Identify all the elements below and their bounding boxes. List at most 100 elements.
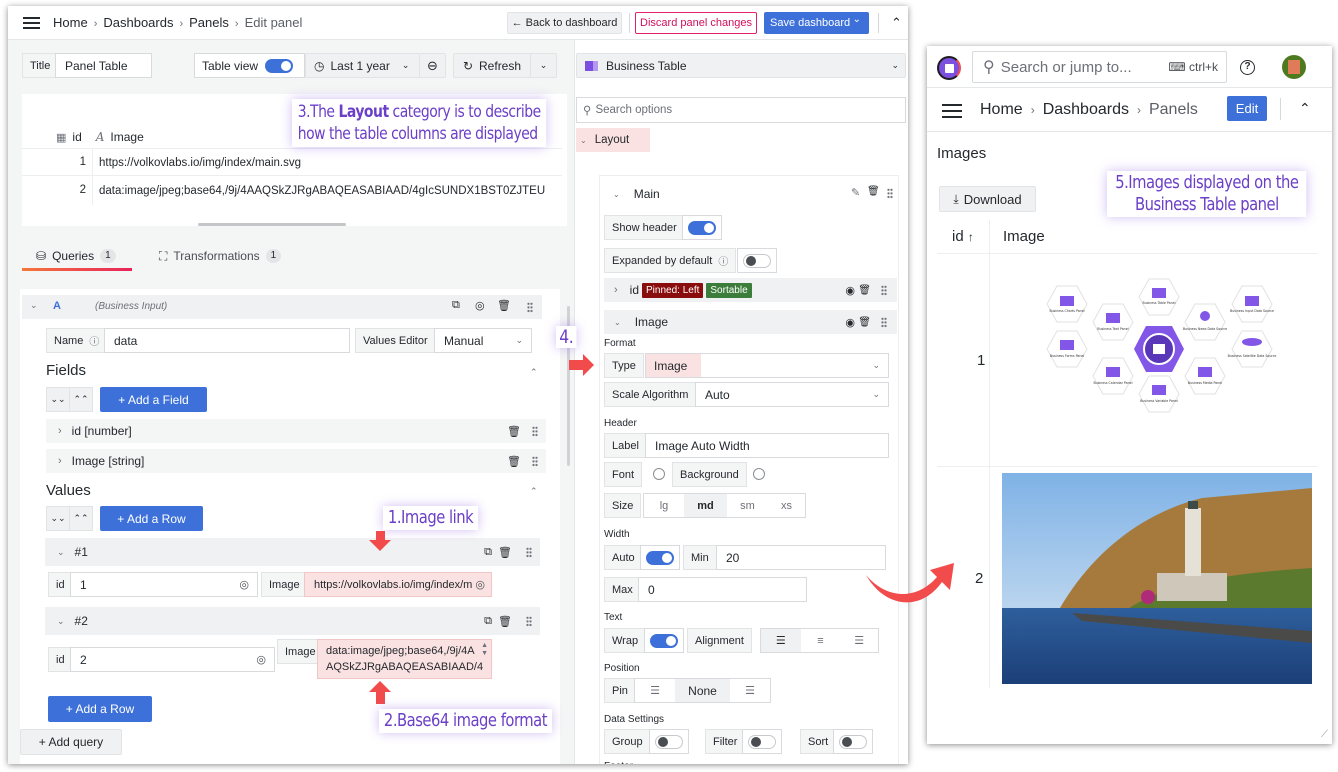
collapse-all-icon[interactable]: ⌃⌃	[69, 387, 93, 412]
discard-panel-changes-button[interactable]: Discard panel changes	[635, 12, 757, 34]
search-input[interactable]: ⚲ Search or jump to... ⌨ ctrl+k	[972, 51, 1227, 83]
horizontal-scrollbar[interactable]	[198, 223, 346, 226]
zoom-out-icon[interactable]: ⊖	[419, 53, 446, 78]
size-option-md[interactable]: md	[684, 494, 727, 517]
expanded-by-default-toggle[interactable]	[743, 254, 771, 268]
field-item[interactable]: › Image [string] 🗑	[46, 449, 546, 473]
value-row-header[interactable]: ⌄ #1 ⧉ 🗑	[45, 538, 540, 566]
expand-all-icon[interactable]: ⌄⌄	[46, 387, 70, 412]
scale-algorithm-select[interactable]: Auto ⌄	[695, 382, 889, 407]
id-input[interactable]: 1 ◎	[70, 572, 258, 597]
layout-category[interactable]: ⌄ Layout	[576, 128, 650, 152]
drag-handle-icon[interactable]	[526, 616, 532, 627]
eye-icon[interactable]: ◉	[845, 316, 855, 329]
type-select[interactable]: Image ⌄	[645, 353, 889, 378]
column-header-image[interactable]: Image	[1003, 228, 1045, 245]
tab-queries[interactable]: ⛁ Queries 1	[36, 246, 116, 266]
auto-width-toggle[interactable]	[646, 551, 674, 565]
trash-icon[interactable]: 🗑	[498, 546, 512, 559]
column-item-id[interactable]: › id Pinned: Left Sortable ◉ 🗑	[604, 278, 897, 302]
breadcrumb-dashboards[interactable]: Dashboards	[1043, 101, 1129, 118]
size-option-lg[interactable]: lg	[644, 494, 684, 517]
trash-icon[interactable]: 🗑	[858, 285, 871, 296]
add-field-button[interactable]: + Add a Field	[100, 387, 207, 412]
sort-toggle[interactable]	[839, 735, 867, 749]
trash-icon[interactable]: 🗑	[507, 455, 521, 468]
chevron-right-icon[interactable]: ›	[614, 284, 618, 296]
column-header-id[interactable]: id ↑	[952, 228, 974, 245]
breadcrumb-home[interactable]: Home	[980, 101, 1023, 118]
align-center-icon[interactable]: ≡	[801, 629, 841, 652]
query-row-header[interactable]: ⌄ A (Business Input) ⧉ ◎ 🗑	[22, 295, 542, 319]
pin-right-icon[interactable]: ☰	[730, 679, 770, 702]
value-row-header[interactable]: ⌄ #2 ⧉ 🗑	[45, 607, 540, 635]
drag-handle-icon[interactable]	[527, 302, 533, 313]
time-range-picker[interactable]: ◷ Last 1 year ⌄	[305, 53, 420, 78]
breadcrumb-dashboards[interactable]: Dashboards	[103, 15, 173, 30]
size-option-sm[interactable]: sm	[727, 494, 768, 517]
show-header-toggle[interactable]	[688, 221, 716, 235]
drag-handle-icon[interactable]	[881, 317, 887, 328]
chevron-down-icon[interactable]: ⌄	[613, 190, 620, 199]
name-input[interactable]: data	[104, 328, 350, 353]
edit-button[interactable]: Edit	[1227, 96, 1267, 121]
chevron-down-icon[interactable]: ⌄	[57, 616, 65, 627]
eye-icon[interactable]: ◉	[845, 284, 855, 297]
add-row-button-bottom[interactable]: + Add a Row	[48, 696, 152, 722]
collapse-values-icon[interactable]: ⌃	[530, 486, 538, 497]
font-color-picker[interactable]	[653, 468, 665, 480]
menu-icon[interactable]	[942, 104, 962, 118]
add-query-button[interactable]: + Add query	[20, 729, 122, 755]
download-button[interactable]: ⤓ Download	[939, 186, 1036, 212]
chevron-down-icon[interactable]: ⌄	[853, 14, 861, 25]
eye-icon[interactable]: ◎	[475, 299, 485, 312]
collapse-chevron-up-icon[interactable]: ⌃	[1299, 100, 1311, 117]
drag-handle-icon[interactable]	[881, 285, 887, 296]
column-item-image[interactable]: ⌄ Image ◉ 🗑	[604, 310, 897, 334]
table-view-toggle[interactable]	[265, 59, 293, 73]
edit-icon[interactable]: ✎	[851, 186, 860, 199]
min-width-input[interactable]: 20	[716, 545, 886, 570]
trash-icon[interactable]: 🗑	[858, 317, 871, 328]
drag-handle-icon[interactable]	[532, 456, 538, 467]
title-input[interactable]: Panel Table	[55, 53, 152, 78]
query-ref[interactable]: A	[53, 300, 61, 312]
drag-handle-icon[interactable]	[887, 188, 893, 199]
add-row-button[interactable]: + Add a Row	[100, 506, 203, 531]
size-option-xs[interactable]: xs	[768, 494, 805, 517]
refresh-button[interactable]: ↻ Refresh	[453, 53, 531, 78]
breadcrumb-home[interactable]: Home	[53, 15, 88, 30]
trash-icon[interactable]: 🗑	[507, 425, 521, 438]
drag-handle-icon[interactable]	[526, 547, 532, 558]
resize-handle-icon[interactable]: ⟋	[1321, 729, 1328, 740]
menu-icon[interactable]	[23, 17, 40, 29]
trash-icon[interactable]: 🗑	[867, 186, 880, 197]
column-header-image[interactable]: Image	[110, 130, 143, 144]
values-editor-select[interactable]: Manual ⌄	[434, 328, 532, 353]
image-base64-textarea[interactable]: data:image/jpeg;base64,/9j/4A AQSkZJRgAB…	[317, 639, 492, 679]
duplicate-icon[interactable]: ⧉	[484, 546, 492, 559]
wrap-toggle[interactable]	[650, 634, 678, 648]
collapse-all-icon[interactable]: ⌃⌃	[69, 506, 93, 531]
search-options-input[interactable]: ⚲ Search options	[576, 97, 906, 123]
trash-icon[interactable]: 🗑	[498, 615, 512, 628]
expand-all-icon[interactable]: ⌄⌄	[46, 506, 70, 531]
duplicate-icon[interactable]: ⧉	[452, 299, 460, 312]
background-color-picker[interactable]	[753, 468, 765, 480]
max-width-input[interactable]: 0	[638, 577, 807, 602]
tab-transformations[interactable]: ⛶ Transformations 1	[159, 246, 282, 266]
app-logo[interactable]	[937, 56, 961, 80]
field-item[interactable]: › id [number] 🗑	[46, 419, 546, 443]
filter-toggle[interactable]	[748, 735, 776, 749]
eye-icon[interactable]: ◎	[256, 653, 266, 666]
collapse-chevron-up-icon[interactable]: ⌃	[891, 15, 902, 31]
table-view-toggle-container[interactable]: Table view	[194, 53, 305, 78]
breadcrumb-panels[interactable]: Panels	[189, 15, 229, 30]
chevron-right-icon[interactable]: ›	[58, 425, 62, 437]
save-dashboard-button[interactable]: Save dashboard ⌄	[764, 12, 869, 34]
help-icon[interactable]: ?	[1240, 60, 1255, 75]
chevron-right-icon[interactable]: ›	[58, 455, 62, 467]
chevron-down-icon[interactable]: ⌄	[614, 318, 621, 327]
align-right-icon[interactable]: ☰	[840, 629, 878, 652]
group-toggle[interactable]	[655, 735, 683, 749]
